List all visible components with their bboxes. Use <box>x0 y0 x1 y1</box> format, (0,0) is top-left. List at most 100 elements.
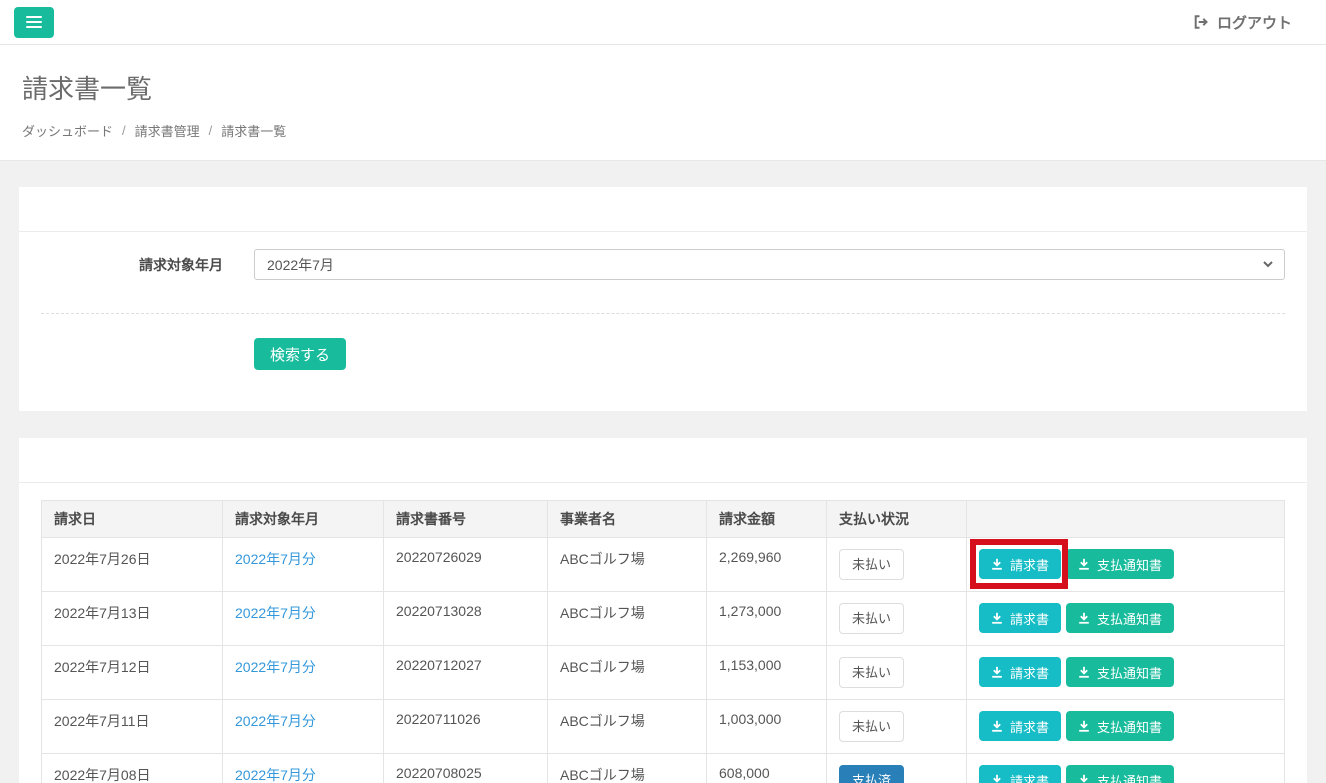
invoice-button-wrap: 請求書 <box>979 711 1061 741</box>
breadcrumb: ダッシュボード / 請求書管理 / 請求書一覧 <box>22 121 1304 140</box>
download-icon <box>991 666 1003 678</box>
download-icon <box>991 612 1003 624</box>
invoice-button-label: 請求書 <box>1010 717 1049 736</box>
target-month-link[interactable]: 2022年7月分 <box>235 551 316 567</box>
target-month-link[interactable]: 2022年7月分 <box>235 713 316 729</box>
invoice-table-body: 2022年7月26日2022年7月分20220726029ABCゴルフ場2,26… <box>42 538 1285 783</box>
logout-button[interactable]: ログアウト <box>1192 12 1292 33</box>
download-icon <box>1078 666 1090 678</box>
download-invoice-button[interactable]: 請求書 <box>979 657 1061 687</box>
target-month-cell: 2022年7月分 <box>223 538 384 592</box>
breadcrumb-item[interactable]: 請求書管理 <box>135 121 200 140</box>
target-month-cell: 2022年7月分 <box>223 646 384 700</box>
breadcrumb-separator: / <box>122 123 126 138</box>
target-month-cell: 2022年7月分 <box>223 700 384 754</box>
invoice-date-cell: 2022年7月12日 <box>42 646 223 700</box>
invoice-button-label: 請求書 <box>1010 663 1049 682</box>
download-icon <box>1078 720 1090 732</box>
payment-status-badge: 未払い <box>839 549 904 580</box>
download-payment-notice-button[interactable]: 支払通知書 <box>1066 603 1174 633</box>
payment-status-cell: 未払い <box>827 592 967 646</box>
actions-cell: 請求書支払通知書 <box>967 646 1285 700</box>
amount-cell: 1,273,000 <box>707 592 827 646</box>
download-invoice-button[interactable]: 請求書 <box>979 603 1061 633</box>
invoice-table: 請求日請求対象年月請求書番号事業者名請求金額支払い状況 2022年7月26日20… <box>41 500 1285 783</box>
invoice-list-panel-body: 請求日請求対象年月請求書番号事業者名請求金額支払い状況 2022年7月26日20… <box>19 483 1307 783</box>
payment-status-cell: 支払済 <box>827 754 967 783</box>
column-header: 支払い状況 <box>827 501 967 538</box>
invoice-button-wrap: 請求書 <box>979 549 1061 579</box>
notice-button-label: 支払通知書 <box>1097 771 1162 783</box>
payment-status-badge: 支払済 <box>839 765 904 783</box>
download-invoice-button[interactable]: 請求書 <box>979 765 1061 783</box>
table-row: 2022年7月08日2022年7月分20220708025ABCゴルフ場608,… <box>42 754 1285 783</box>
business-name-cell: ABCゴルフ場 <box>548 646 707 700</box>
notice-button-label: 支払通知書 <box>1097 609 1162 628</box>
target-month-cell: 2022年7月分 <box>223 754 384 783</box>
logout-label: ログアウト <box>1217 12 1292 33</box>
breadcrumb-separator: / <box>209 123 213 138</box>
invoice-button-wrap: 請求書 <box>979 603 1061 633</box>
amount-cell: 608,000 <box>707 754 827 783</box>
invoice-number-cell: 20220726029 <box>384 538 548 592</box>
invoice-date-cell: 2022年7月26日 <box>42 538 223 592</box>
download-icon <box>1078 612 1090 624</box>
breadcrumb-item[interactable]: ダッシュボード <box>22 121 113 140</box>
search-panel: 請求対象年月 2022年7月 検索する <box>19 187 1307 411</box>
invoice-date-cell: 2022年7月11日 <box>42 700 223 754</box>
table-row: 2022年7月11日2022年7月分20220711026ABCゴルフ場1,00… <box>42 700 1285 754</box>
download-icon <box>991 774 1003 783</box>
download-icon <box>1078 558 1090 570</box>
invoice-number-cell: 20220711026 <box>384 700 548 754</box>
invoice-list-panel-header <box>19 438 1307 483</box>
download-payment-notice-button[interactable]: 支払通知書 <box>1066 657 1174 687</box>
actions-cell: 請求書 支払通知書 <box>967 754 1285 783</box>
download-payment-notice-button[interactable]: 支払通知書 <box>1066 711 1174 741</box>
page-header: 請求書一覧 ダッシュボード / 請求書管理 / 請求書一覧 <box>0 45 1326 161</box>
actions-cell: 請求書支払通知書 <box>967 700 1285 754</box>
target-month-link[interactable]: 2022年7月分 <box>235 659 316 675</box>
table-row: 2022年7月26日2022年7月分20220726029ABCゴルフ場2,26… <box>42 538 1285 592</box>
target-month-link[interactable]: 2022年7月分 <box>235 767 316 783</box>
download-icon <box>991 558 1003 570</box>
search-panel-body: 請求対象年月 2022年7月 検索する <box>19 232 1307 411</box>
column-header: 請求日 <box>42 501 223 538</box>
column-header: 請求対象年月 <box>223 501 384 538</box>
invoice-list-panel: 請求日請求対象年月請求書番号事業者名請求金額支払い状況 2022年7月26日20… <box>19 438 1307 783</box>
divider <box>41 313 1285 314</box>
download-invoice-button[interactable]: 請求書 <box>979 711 1061 741</box>
sidebar-toggle-button[interactable] <box>14 7 54 38</box>
download-icon <box>991 720 1003 732</box>
notice-button-label: 支払通知書 <box>1097 555 1162 574</box>
business-name-cell: ABCゴルフ場 <box>548 592 707 646</box>
business-name-cell: ABCゴルフ場 <box>548 754 707 783</box>
download-icon <box>1078 774 1090 783</box>
download-invoice-button[interactable]: 請求書 <box>979 549 1061 579</box>
payment-status-badge: 未払い <box>839 657 904 688</box>
column-header: 請求金額 <box>707 501 827 538</box>
invoice-date-cell: 2022年7月13日 <box>42 592 223 646</box>
payment-status-badge: 未払い <box>839 603 904 634</box>
table-row: 2022年7月13日2022年7月分20220713028ABCゴルフ場1,27… <box>42 592 1285 646</box>
download-payment-notice-button[interactable]: 支払通知書 <box>1066 549 1174 579</box>
table-header-row: 請求日請求対象年月請求書番号事業者名請求金額支払い状況 <box>42 501 1285 538</box>
page-title: 請求書一覧 <box>22 69 1304 106</box>
actions-cell: 請求書 支払通知書 <box>967 538 1285 592</box>
amount-cell: 1,153,000 <box>707 646 827 700</box>
download-payment-notice-button[interactable]: 支払通知書 <box>1066 765 1174 783</box>
search-panel-header <box>19 187 1307 232</box>
business-name-cell: ABCゴルフ場 <box>548 700 707 754</box>
target-month-cell: 2022年7月分 <box>223 592 384 646</box>
business-name-cell: ABCゴルフ場 <box>548 538 707 592</box>
breadcrumb-item: 請求書一覧 <box>221 121 286 140</box>
invoice-button-label: 請求書 <box>1010 555 1049 574</box>
top-navbar: ログアウト <box>0 0 1326 45</box>
invoice-number-cell: 20220708025 <box>384 754 548 783</box>
target-month-link[interactable]: 2022年7月分 <box>235 605 316 621</box>
invoice-button-label: 請求書 <box>1010 609 1049 628</box>
payment-status-cell: 未払い <box>827 538 967 592</box>
billing-month-select[interactable]: 2022年7月 <box>254 249 1285 280</box>
content-area: 請求対象年月 2022年7月 検索する 請求日請求対象年月請求書番号事業者名請求 <box>0 161 1326 783</box>
payment-status-badge: 未払い <box>839 711 904 742</box>
search-button[interactable]: 検索する <box>254 338 346 370</box>
